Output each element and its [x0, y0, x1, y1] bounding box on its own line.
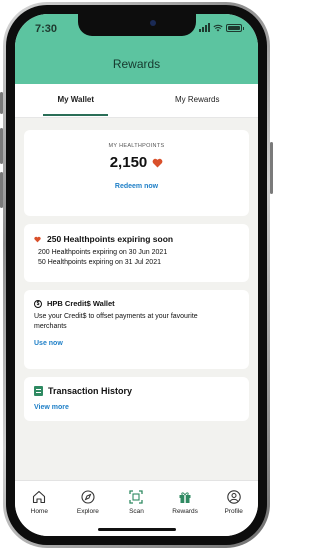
expiring-title: 250 Healthpoints expiring soon	[47, 234, 174, 244]
nav-explore-label: Explore	[76, 508, 99, 515]
mute-switch	[0, 92, 3, 114]
wallet-content: MY HEALTHPOINTS 2,150 Redeem now 250 Hea…	[15, 118, 258, 421]
transaction-history-title: Transaction History	[48, 386, 133, 396]
credit-wallet-card[interactable]: $ HPB Credit$ Wallet Use your Credit$ to…	[24, 290, 249, 369]
credit-wallet-description: Use your Credit$ to offset payments at y…	[34, 313, 198, 330]
dollar-coin-icon: $	[34, 299, 42, 308]
profile-icon	[226, 490, 241, 504]
heart-icon	[34, 236, 41, 242]
home-icon	[33, 490, 46, 504]
nav-rewards-label: Rewards	[172, 508, 198, 515]
status-icons	[199, 23, 244, 32]
expiring-line: 50 Healthpoints expiring on 31 Jul 2021	[38, 259, 161, 266]
nav-profile-label: Profile	[224, 508, 243, 515]
expiring-title-row: 250 Healthpoints expiring soon	[34, 234, 239, 244]
signal-icon	[199, 23, 210, 32]
healthpoints-label: MY HEALTHPOINTS	[108, 143, 165, 149]
scan-icon	[129, 490, 144, 504]
camera-icon	[149, 20, 156, 26]
nav-profile[interactable]: Profile	[209, 489, 258, 536]
status-time: 7:30	[35, 23, 58, 35]
wifi-icon	[213, 24, 223, 31]
document-icon	[34, 386, 43, 396]
home-indicator[interactable]	[97, 528, 176, 531]
heart-icon	[152, 158, 163, 168]
tab-my-rewards[interactable]: My Rewards	[137, 84, 259, 117]
tab-bar: My Wallet My Rewards	[15, 84, 258, 118]
transaction-history-title-row: Transaction History	[34, 386, 239, 396]
volume-up-button	[0, 128, 3, 164]
volume-down-button	[0, 172, 3, 208]
expiring-card: 250 Healthpoints expiring soon 200 Healt…	[24, 224, 249, 282]
nav-home-label: Home	[30, 508, 48, 515]
app-screen: 7:30 Rewards My Wallet My Rewards MY HEA…	[15, 14, 258, 536]
phone-frame: 7:30 Rewards My Wallet My Rewards MY HEA…	[0, 2, 273, 548]
tab-my-wallet[interactable]: My Wallet	[15, 84, 137, 117]
healthpoints-value-row: 2,150	[24, 154, 249, 171]
view-more-link[interactable]: View more	[34, 404, 69, 411]
notch	[77, 14, 196, 36]
expiring-line: 200 Healthpoints expiring on 30 Jun 2021	[38, 249, 168, 256]
transaction-history-card[interactable]: Transaction History View more	[24, 377, 249, 421]
redeem-now-link[interactable]: Redeem now	[115, 183, 158, 190]
gift-icon	[179, 492, 191, 503]
phone-bezel: 7:30 Rewards My Wallet My Rewards MY HEA…	[6, 5, 267, 545]
page-title: Rewards	[112, 57, 161, 71]
credit-wallet-title: HPB Credit$ Wallet	[47, 299, 115, 308]
compass-icon	[81, 490, 95, 504]
tab-my-wallet-label: My Wallet	[43, 86, 109, 116]
bottom-nav: Home Explore Scan Rewards Profile	[15, 480, 258, 536]
healthpoints-card: MY HEALTHPOINTS 2,150 Redeem now	[24, 130, 249, 216]
power-button	[270, 142, 273, 194]
credit-wallet-title-row: $ HPB Credit$ Wallet	[34, 299, 239, 308]
healthpoints-value: 2,150	[109, 154, 148, 171]
battery-icon	[226, 23, 244, 32]
nav-scan-label: Scan	[129, 508, 144, 515]
nav-home[interactable]: Home	[15, 489, 64, 536]
use-now-link[interactable]: Use now	[34, 340, 63, 347]
